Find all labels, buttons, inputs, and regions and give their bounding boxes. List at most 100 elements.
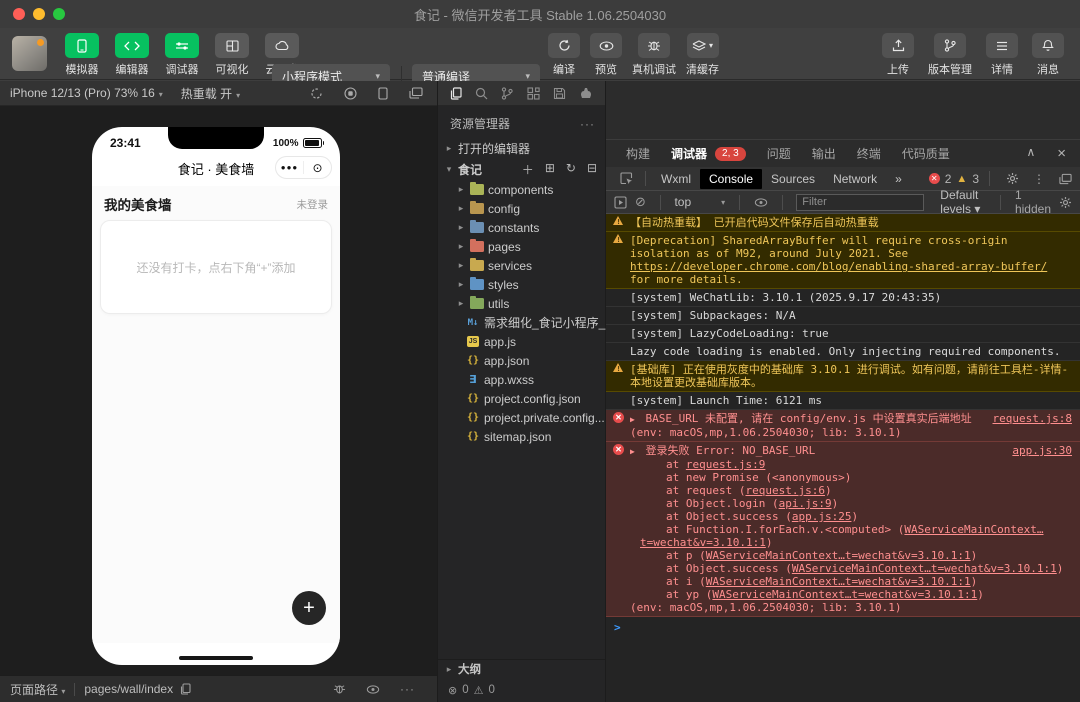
collapse-panel-icon[interactable]: ∧ bbox=[1026, 145, 1035, 162]
live-expression-icon[interactable] bbox=[614, 195, 627, 209]
bug-icon[interactable] bbox=[333, 683, 346, 695]
console-link[interactable]: request.js:6 bbox=[745, 484, 824, 497]
close-panel-icon[interactable]: × bbox=[1057, 145, 1066, 162]
tab-output[interactable]: 输出 bbox=[812, 145, 836, 162]
tab-problems[interactable]: 问题 bbox=[767, 145, 791, 162]
console-link[interactable]: api.js:9 bbox=[779, 497, 832, 510]
copy-icon[interactable] bbox=[180, 683, 191, 695]
tree-file-app-json[interactable]: {} app.json bbox=[438, 351, 605, 370]
simulator-toggle-button[interactable]: 模拟器 bbox=[60, 33, 104, 77]
kebab-menu-icon[interactable]: ⋮ bbox=[1033, 172, 1045, 186]
console-warning[interactable]: [Deprecation] SharedArrayBuffer will req… bbox=[606, 232, 1080, 289]
console-error[interactable]: ✕ request.js:8 ▶ BASE_URL 未配置, 请在 config… bbox=[606, 410, 1080, 442]
console-link[interactable]: request.js:9 bbox=[686, 458, 765, 471]
multi-window-icon[interactable] bbox=[409, 87, 423, 99]
new-folder-icon[interactable]: ⊞ bbox=[545, 161, 555, 178]
hot-reload-select[interactable]: 热重载 开 ▾ bbox=[181, 85, 240, 102]
console-source-link[interactable]: app.js:30 bbox=[1012, 444, 1072, 457]
compile-button[interactable]: 编译 bbox=[548, 33, 580, 77]
tree-folder-pages[interactable]: ▸ pages bbox=[438, 237, 605, 256]
tree-folder-config[interactable]: ▸ config bbox=[438, 199, 605, 218]
context-select[interactable]: top ▾ bbox=[674, 195, 725, 209]
visualizer-toggle-button[interactable]: 可视化 bbox=[210, 33, 254, 77]
console-warning[interactable]: [基础库] 正在使用灰度中的基础库 3.10.1 进行调试。如有问题，请前往工具… bbox=[606, 361, 1080, 392]
tree-file-requirements-md[interactable]: M↓ 需求细化_食记小程序_... bbox=[438, 313, 616, 332]
console-link[interactable]: app.js:25 bbox=[792, 510, 852, 523]
tree-folder-styles[interactable]: ▸ styles bbox=[438, 275, 605, 294]
tree-file-app-js[interactable]: JS app.js bbox=[438, 332, 605, 351]
more-icon[interactable]: ··· bbox=[400, 682, 415, 696]
device-select[interactable]: iPhone 12/13 (Pro) 73% 16 ▾ bbox=[10, 86, 163, 100]
tree-file-project-private-config[interactable]: {} project.private.config... bbox=[438, 408, 605, 427]
console-warning[interactable]: 【自动热重载】 已开启代码文件保存后自动热重载 bbox=[606, 214, 1080, 232]
log-levels-select[interactable]: Default levels ▾ bbox=[940, 188, 986, 216]
console-log[interactable]: [system] LazyCodeLoading: true bbox=[606, 325, 1080, 343]
debugger-toggle-button[interactable]: 调试器 bbox=[160, 33, 204, 77]
console-prompt[interactable]: > bbox=[606, 617, 1080, 638]
console-source-link[interactable]: request.js:8 bbox=[993, 412, 1072, 425]
preview-button[interactable]: 预览 bbox=[590, 33, 622, 77]
console-log[interactable]: Lazy code loading is enabled. Only injec… bbox=[606, 343, 1080, 361]
console-link[interactable]: WAServiceMainContext…t=wechat&v=3.10.1:1 bbox=[712, 588, 977, 601]
devtools-tab-network[interactable]: Network bbox=[824, 169, 886, 189]
device-debug-button[interactable]: 真机调试 bbox=[632, 33, 676, 77]
inspect-element-icon[interactable] bbox=[620, 172, 633, 185]
save-icon[interactable] bbox=[553, 87, 566, 100]
tree-folder-constants[interactable]: ▸ constants bbox=[438, 218, 605, 237]
console-link[interactable]: WAServiceMainContext…t=wechat&v=3.10.1:1 bbox=[792, 562, 1057, 575]
tab-debugger[interactable]: 调试器 bbox=[671, 145, 707, 162]
tree-file-sitemap-json[interactable]: {} sitemap.json bbox=[438, 427, 605, 446]
rotate-device-icon[interactable] bbox=[378, 86, 388, 100]
editor-toggle-button[interactable]: 编辑器 bbox=[110, 33, 154, 77]
upload-button[interactable]: 上传 bbox=[882, 33, 914, 77]
settings-gear-icon[interactable] bbox=[1006, 172, 1019, 185]
capsule-more-button[interactable]: ●●● bbox=[276, 163, 303, 172]
page-path-selector[interactable]: 页面路径 ▾ bbox=[10, 681, 65, 698]
record-stop-icon[interactable] bbox=[344, 86, 357, 100]
console-log[interactable]: [system] Subpackages: N/A bbox=[606, 307, 1080, 325]
new-file-icon[interactable]: ＋ bbox=[522, 161, 534, 178]
add-fab-button[interactable]: + bbox=[292, 591, 326, 625]
tree-folder-components[interactable]: ▸ components bbox=[438, 180, 605, 199]
git-branch-icon[interactable] bbox=[501, 86, 514, 100]
devtools-tab-sources[interactable]: Sources bbox=[762, 169, 824, 189]
user-avatar[interactable] bbox=[12, 36, 47, 71]
tree-folder-utils[interactable]: ▸ utils bbox=[438, 294, 605, 313]
capsule-exit-button[interactable]: ⊙ bbox=[304, 161, 331, 175]
more-icon[interactable]: ··· bbox=[580, 117, 595, 131]
restart-icon[interactable] bbox=[310, 87, 323, 100]
console-error[interactable]: ✕ app.js:30 ▶ 登录失败 Error: NO_BASE_URL at… bbox=[606, 442, 1080, 617]
hand-icon[interactable] bbox=[579, 87, 593, 99]
tab-build[interactable]: 构建 bbox=[626, 145, 650, 162]
devtools-tab-console[interactable]: Console bbox=[700, 168, 763, 189]
eye-icon[interactable] bbox=[366, 684, 380, 694]
console-link[interactable]: https://developer.chrome.com/blog/enabli… bbox=[630, 260, 1047, 273]
tab-terminal[interactable]: 终端 bbox=[857, 145, 881, 162]
tab-code-quality[interactable]: 代码质量 bbox=[902, 145, 950, 162]
console-log[interactable]: [system] Launch Time: 6121 ms bbox=[606, 392, 1080, 410]
tree-file-app-wxss[interactable]: ∃ app.wxss bbox=[438, 370, 605, 389]
project-root-section[interactable]: ▾ 食记 ＋ ⊞ ↻ ⊟ bbox=[438, 159, 605, 180]
console-link[interactable]: WAServiceMainContext…t=wechat&v=3.10.1:1 bbox=[706, 575, 971, 588]
expand-triangle-icon[interactable]: ▶ bbox=[630, 415, 635, 424]
details-button[interactable]: 详情 bbox=[986, 33, 1018, 77]
open-editors-section[interactable]: ▸ 打开的编辑器 bbox=[438, 138, 605, 159]
collapse-all-icon[interactable]: ⊟ bbox=[587, 161, 597, 178]
outline-section[interactable]: ▸ 大纲 bbox=[438, 659, 605, 678]
console-log[interactable]: [system] WeChatLib: 3.10.1 (2025.9.17 20… bbox=[606, 289, 1080, 307]
expand-triangle-icon[interactable]: ▶ bbox=[630, 447, 635, 456]
clear-cache-button[interactable]: ▾ 清缓存 bbox=[686, 33, 719, 77]
tree-file-project-config[interactable]: {} project.config.json bbox=[438, 389, 605, 408]
version-control-button[interactable]: 版本管理 bbox=[928, 33, 972, 77]
console-settings-gear-icon[interactable] bbox=[1059, 196, 1072, 209]
files-icon[interactable] bbox=[450, 86, 462, 100]
dock-side-icon[interactable] bbox=[1059, 173, 1072, 185]
refresh-icon[interactable]: ↻ bbox=[566, 161, 576, 178]
devtools-tab-wxml[interactable]: Wxml bbox=[652, 169, 700, 189]
search-icon[interactable] bbox=[475, 87, 488, 100]
eye-icon[interactable] bbox=[754, 197, 768, 207]
console-filter-input[interactable] bbox=[796, 193, 925, 211]
console-link[interactable]: WAServiceMainContext…t=wechat&v=3.10.1:1 bbox=[706, 549, 971, 562]
messages-button[interactable]: 消息 bbox=[1032, 33, 1064, 77]
extensions-icon[interactable] bbox=[527, 86, 540, 100]
